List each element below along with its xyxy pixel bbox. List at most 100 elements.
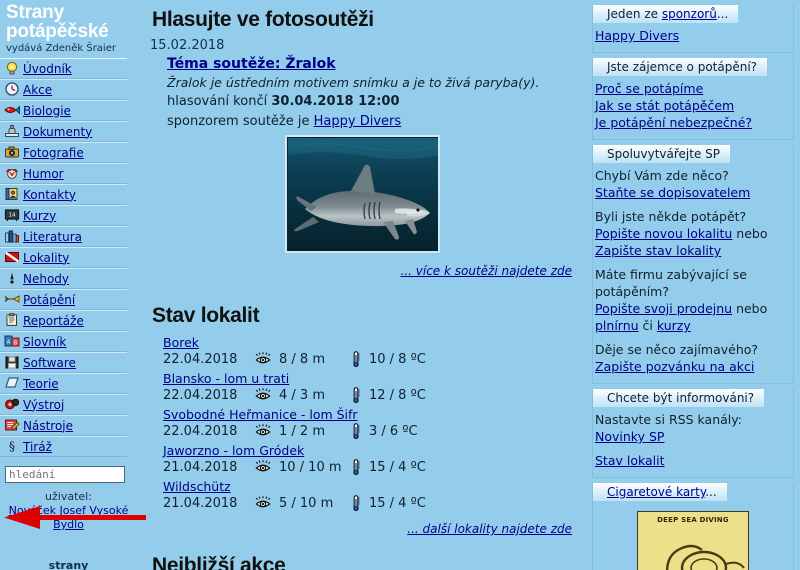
voting-prefix: hlasování končí [167,94,268,109]
sidebar-item-dokumenty[interactable]: Dokumenty [0,121,127,142]
right-sidebar: Jeden ze sponzorů... Happy Divers Jste záj… [588,0,800,570]
sidebar-item-label[interactable]: Biologie [23,104,71,118]
locality-row: Blansko - lom u trati 22.04.2018 4 / 3 m 12… [145,368,580,404]
sponsor-link[interactable]: Happy Divers [314,114,402,129]
sidebar-box-body: Nastavte si RSS kanály: Novinky SP Stav lo… [593,407,793,469]
sidebar-item-label[interactable]: Slovník [23,335,66,349]
sidebar-item-label[interactable]: Teorie [23,377,59,391]
sidebar-item-report-e[interactable]: Reportáže [0,310,127,331]
eye-icon [255,352,279,366]
search-input[interactable] [5,466,125,483]
sidebar-box-link[interactable]: Popište svoji prodejnu [595,301,732,316]
locality-visibility: 5 / 10 m [279,495,334,511]
localities-heading: Stav lokalit [152,304,260,327]
sidebar-item-label[interactable]: Dokumenty [23,125,92,139]
svg-text:§: § [9,440,15,453]
sidebar-item-software[interactable]: Software [0,352,127,373]
locality-name-link[interactable]: Borek [163,335,199,350]
locality-name-link[interactable]: Jaworzno - lom Gródek [163,443,304,458]
sidebar-item-label[interactable]: Nehody [23,272,69,286]
sidebar-item-akce[interactable]: Akce [0,79,127,100]
blackboard-icon: 14 [4,208,21,223]
sidebar-item-biologie[interactable]: Biologie [0,100,127,121]
sidebar-item-label[interactable]: Tiráž [23,440,52,454]
thermometer-icon [351,423,369,439]
svg-text:B: B [14,340,18,346]
sidebar-box-link[interactable]: Stav lokalit [595,453,665,468]
sidebar-box-link[interactable]: Proč se potápíme [595,81,703,96]
shark-photo[interactable] [285,135,440,253]
sidebar-box-link[interactable]: Novinky SP [595,429,664,444]
main-content: Hlasujte ve fotosoutěži 15.02.2018 Téma … [145,0,580,570]
sidebar-box-link[interactable]: Zapište stav lokality [595,243,721,258]
sidebar-box-link[interactable]: Staňte se dopisovatelem [595,185,750,200]
sidebar-item-label[interactable]: Akce [23,83,52,97]
sidebar-item-lokality[interactable]: Lokality [0,247,127,268]
sidebar-item-kontakty[interactable]: Kontakty [0,184,127,205]
sidebar-item-v-stroj[interactable]: Výstroj [0,394,127,415]
sidebar-item-nehody[interactable]: Nehody [0,268,127,289]
locality-name-link[interactable]: Wildschütz [163,479,231,494]
sidebar-item-label[interactable]: Nástroje [23,419,73,433]
contest-more-link[interactable]: ... více k soutěži najdete zde [401,264,572,278]
sidebar-item-tir-[interactable]: § Tiráž [0,436,127,457]
fish-icon [4,103,21,118]
sidebar-box-title: Cigaretové karty... [593,483,727,501]
sidebar-box-link[interactable]: Zapište pozvánku na akci [595,359,754,374]
thermometer-icon [351,387,369,403]
sidebar-item-label[interactable]: Software [23,356,76,370]
locality-row: Wildschütz 21.04.2018 5 / 10 m 15 / 4 ºC [145,476,580,512]
sidebar-box-link[interactable]: Jak se stát potápěčem [595,98,734,113]
sidebar-item-slovn-k[interactable]: A B Slovník [0,331,127,352]
sidebar-item-label[interactable]: Výstroj [23,398,64,412]
cigarette-card[interactable]: DEEP SEA DIVING [637,511,749,570]
sidebar-box-link[interactable]: Popište novou lokalitu [595,226,732,241]
sidebar-item-fotografie[interactable]: Fotografie [0,142,127,163]
locality-row: Svobodné Heřmanice - lom Šifr 22.04.2018 1… [145,404,580,440]
contest-photo-container [145,129,580,258]
thermometer-icon [351,495,369,511]
localities-more-link[interactable]: ... další lokality najdete zde [407,522,572,536]
sidebar-item-label[interactable]: Fotografie [23,146,84,160]
sidebar-item--vodn-k[interactable]: Úvodník [0,58,127,79]
locality-name-link[interactable]: Svobodné Heřmanice - lom Šifr [163,407,358,422]
sidebar-item-label[interactable]: Lokality [23,251,69,265]
sponsor-line: sponzorem soutěže je Happy Divers [167,109,580,129]
contest-date: 15.02.2018 [150,38,225,53]
sidebar-item-label[interactable]: Humor [23,167,64,181]
sidebar-item-n-stroje[interactable]: Nástroje [0,415,127,436]
locality-temperature: 10 / 8 ºC [369,351,426,367]
sidebar-item-label[interactable]: Kurzy [23,209,56,223]
paragraph-icon: § [4,439,21,454]
sidebar-box: Jste zájemce o potápění? Proč se potápíme… [592,58,794,140]
sidebar-item-label[interactable]: Úvodník [23,62,72,76]
box-title-link[interactable]: Cigaretové karty [607,485,705,499]
sidebar-item-literatura[interactable]: Literatura [0,226,127,247]
sidebar-box-link[interactable]: Je potápění nebezpečné? [595,115,752,130]
sidebar-item-label[interactable]: Kontakty [23,188,76,202]
sidebar-item-label[interactable]: Potápění [23,293,75,307]
sidebar-item-humor[interactable]: Humor [0,163,127,184]
sidebar-box-line: Zapište stav lokality [595,242,791,259]
sidebar-box-link-2[interactable]: kurzy [657,318,691,333]
sidebar-item-kurzy[interactable]: 14 Kurzy [0,205,127,226]
locality-temperature: 12 / 8 ºC [369,387,426,403]
sidebar-item-teorie[interactable]: Teorie [0,373,127,394]
locality-name-link[interactable]: Blansko - lom u trati [163,371,289,386]
localities-more-link-wrap: ... další lokality najdete zde [145,512,580,536]
camera-icon [4,145,21,160]
box-title-link[interactable]: sponzorů [662,7,717,21]
sidebar-item-pot-p-n-[interactable]: Potápění [0,289,127,310]
sidebar-box-line: plnírnu či kurzy [595,317,791,334]
locality-visibility: 1 / 2 m [279,423,325,439]
sidebar-item-label[interactable]: Literatura [23,230,82,244]
sidebar-box-line: Zapište pozvánku na akci [595,358,791,375]
sidebar-box-link[interactable]: Happy Divers [595,28,679,43]
svg-text:14: 14 [9,213,16,219]
sponsor-prefix: sponzorem soutěže je [167,114,310,129]
locality-date: 22.04.2018 [163,387,238,403]
sidebar-item-label[interactable]: Reportáže [23,314,84,328]
contest-topic-link[interactable]: Téma soutěže: Žralok [167,56,336,72]
sidebar-box-link[interactable]: plnírnu [595,318,639,333]
